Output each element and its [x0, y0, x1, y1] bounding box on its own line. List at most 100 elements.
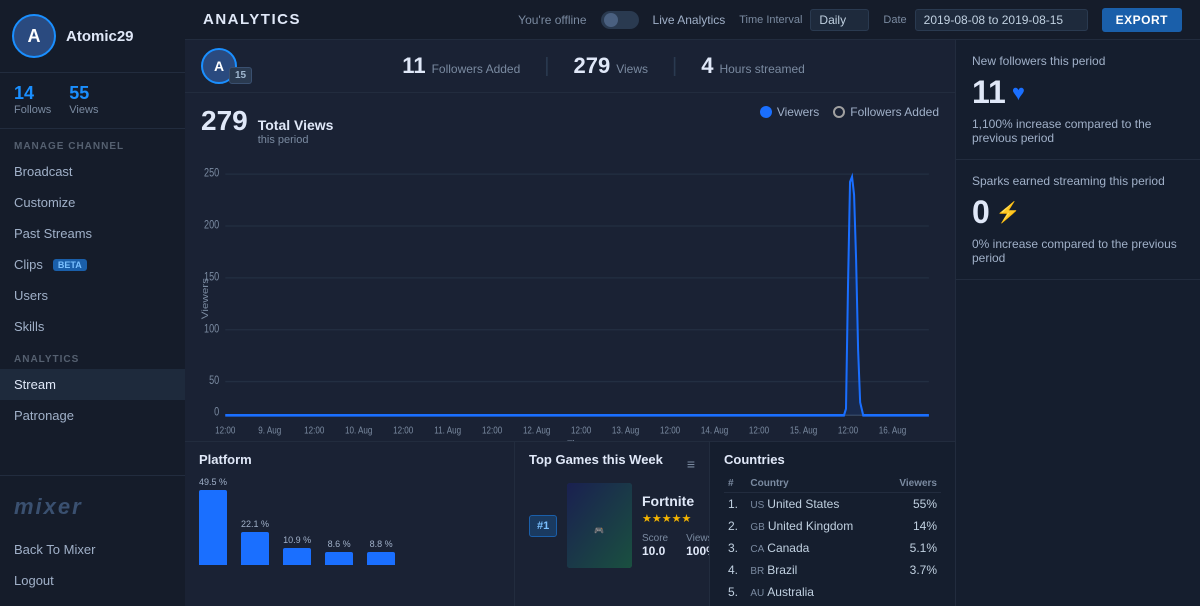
rank-cell: 2.	[724, 515, 746, 537]
game-metric-score: Score 10.0	[642, 533, 668, 558]
analytics-section-label: ANALYTICS	[0, 342, 185, 369]
live-analytics-toggle[interactable]	[601, 11, 639, 29]
bar	[199, 490, 227, 565]
sidebar-item-customize[interactable]: Customize	[0, 187, 185, 218]
bolt-icon: ⚡	[996, 200, 1021, 225]
viewers-legend-item[interactable]: Viewers	[760, 105, 819, 119]
svg-text:13. Aug: 13. Aug	[612, 424, 639, 435]
toggle-knob	[604, 13, 618, 27]
sidebar-item-past-streams[interactable]: Past Streams	[0, 218, 185, 249]
viewers-legend-dot	[760, 106, 772, 118]
views-label: Views	[686, 533, 710, 544]
logout-label: Logout	[14, 573, 54, 588]
viewers-cell: 55%	[884, 493, 941, 516]
bar-item: 22.1 %	[241, 519, 269, 565]
svg-text:14. Aug: 14. Aug	[701, 424, 728, 435]
sidebar-item-stream[interactable]: Stream	[0, 369, 185, 400]
sidebar-item-users[interactable]: Users	[0, 280, 185, 311]
stream-summary-bar: A 15 11 Followers Added | 279 Views |	[185, 40, 955, 93]
svg-text:Viewers: Viewers	[201, 278, 211, 319]
country-flag: GB	[750, 522, 764, 533]
views-stat: 55 Views	[69, 83, 98, 116]
sidebar-item-patronage[interactable]: Patronage	[0, 400, 185, 431]
platform-panel: Platform 49.5 % 22.1 % 10.9 %	[185, 442, 515, 606]
bar-label-top: 8.6 %	[328, 539, 351, 549]
views-value: 100%	[686, 544, 710, 558]
hours-label: Hours streamed	[719, 62, 804, 76]
bar-label-top: 8.8 %	[370, 539, 393, 549]
table-row: 1. USUnited States 55%	[724, 493, 941, 516]
svg-text:11. Aug: 11. Aug	[434, 424, 461, 435]
hours-num: 4	[701, 53, 713, 79]
rank-cell: 3.	[724, 537, 746, 559]
svg-text:12:00: 12:00	[660, 424, 680, 435]
views-count: 55	[69, 83, 98, 104]
sidebar-item-skills[interactable]: Skills	[0, 311, 185, 342]
table-row: 4. BRBrazil 3.7%	[724, 559, 941, 581]
followers-number: 11	[972, 74, 1006, 111]
followers-added-label: Followers Added	[432, 62, 521, 76]
countries-bottom-panel: Countries # Country Viewers 1. USUnited …	[710, 442, 955, 606]
export-button[interactable]: EXPORT	[1102, 8, 1182, 32]
bar-item: 8.8 %	[367, 539, 395, 565]
live-analytics-label: Live Analytics	[653, 13, 726, 27]
mixer-logo: mixer	[0, 486, 185, 534]
countries-table: # Country Viewers 1. USUnited States 55%…	[724, 475, 941, 603]
bar-label-top: 22.1 %	[241, 519, 269, 529]
level-badge: 15	[229, 67, 252, 84]
followers-added-stat: 11 Followers Added	[402, 53, 520, 79]
score-value: 10.0	[642, 544, 668, 558]
logout-link[interactable]: Logout	[0, 565, 185, 596]
interval-select[interactable]: Daily	[810, 9, 869, 31]
sidebar-item-label: Customize	[14, 195, 75, 210]
sidebar-item-label: Clips	[14, 257, 43, 272]
rank-cell: 1.	[724, 493, 746, 516]
col-viewers: Viewers	[884, 475, 941, 493]
svg-text:🎮: 🎮	[594, 526, 604, 535]
svg-text:12. Aug: 12. Aug	[523, 424, 550, 435]
sidebar: A Atomic29 14 Follows 55 Views MANAGE CH…	[0, 0, 185, 606]
followers-stat-num: 11 ♥	[972, 74, 1184, 111]
svg-text:50: 50	[209, 375, 219, 387]
bar	[367, 552, 395, 565]
score-label: Score	[642, 533, 668, 544]
stat-separator: |	[544, 55, 549, 78]
svg-text:250: 250	[204, 168, 219, 180]
game-metric-views: Views 100%	[686, 533, 710, 558]
bar-item: 49.5 %	[199, 477, 227, 565]
top-games-panel: Top Games this Week ≡ #1	[515, 442, 710, 606]
back-to-mixer-label: Back To Mixer	[14, 542, 95, 557]
games-header: Top Games this Week ≡	[529, 452, 695, 475]
sidebar-item-label: Skills	[14, 319, 44, 334]
country-cell: GBUnited Kingdom	[746, 515, 884, 537]
sidebar-item-broadcast[interactable]: Broadcast	[0, 156, 185, 187]
viewers-cell: 3.7%	[884, 559, 941, 581]
svg-text:100: 100	[204, 323, 219, 335]
analytics-right: New followers this period 11 ♥ 1,100% in…	[955, 40, 1200, 606]
follows-count: 14	[14, 83, 51, 104]
sparks-stat-label: Sparks earned streaming this period	[972, 174, 1184, 188]
sidebar-item-label: Past Streams	[14, 226, 92, 241]
date-input[interactable]	[915, 9, 1088, 31]
chart-legend: Viewers Followers Added	[760, 105, 939, 119]
rank-cell: 5.	[724, 581, 746, 603]
table-row: 5. AUAustralia	[724, 581, 941, 603]
sidebar-item-clips[interactable]: Clips BETA	[0, 249, 185, 280]
col-country: Country	[746, 475, 884, 493]
back-to-mixer-link[interactable]: Back To Mixer	[0, 534, 185, 565]
game-info: Fortnite ★★★★★ Score 10.0 Views 100%	[642, 493, 710, 558]
analytics-left: A 15 11 Followers Added | 279 Views |	[185, 40, 955, 606]
table-row: 2. GBUnited Kingdom 14%	[724, 515, 941, 537]
bar	[325, 552, 353, 565]
chart-svg: 250 200 150 100 50 0 Viewers	[201, 156, 939, 441]
sort-icon[interactable]: ≡	[687, 456, 695, 472]
follows-stat: 14 Follows	[14, 83, 51, 116]
followers-stat-block: New followers this period 11 ♥ 1,100% in…	[956, 40, 1200, 160]
svg-text:12:00: 12:00	[215, 424, 235, 435]
page-title: ANALYTICS	[203, 11, 301, 28]
viewers-legend-label: Viewers	[777, 105, 819, 119]
topbar-controls: You're offline Live Analytics Time Inter…	[518, 8, 1182, 32]
sparks-increase: 0% increase compared to the previous per…	[972, 237, 1184, 265]
sparks-stat-num: 0 ⚡	[972, 194, 1184, 231]
followers-legend-item[interactable]: Followers Added	[833, 105, 939, 119]
